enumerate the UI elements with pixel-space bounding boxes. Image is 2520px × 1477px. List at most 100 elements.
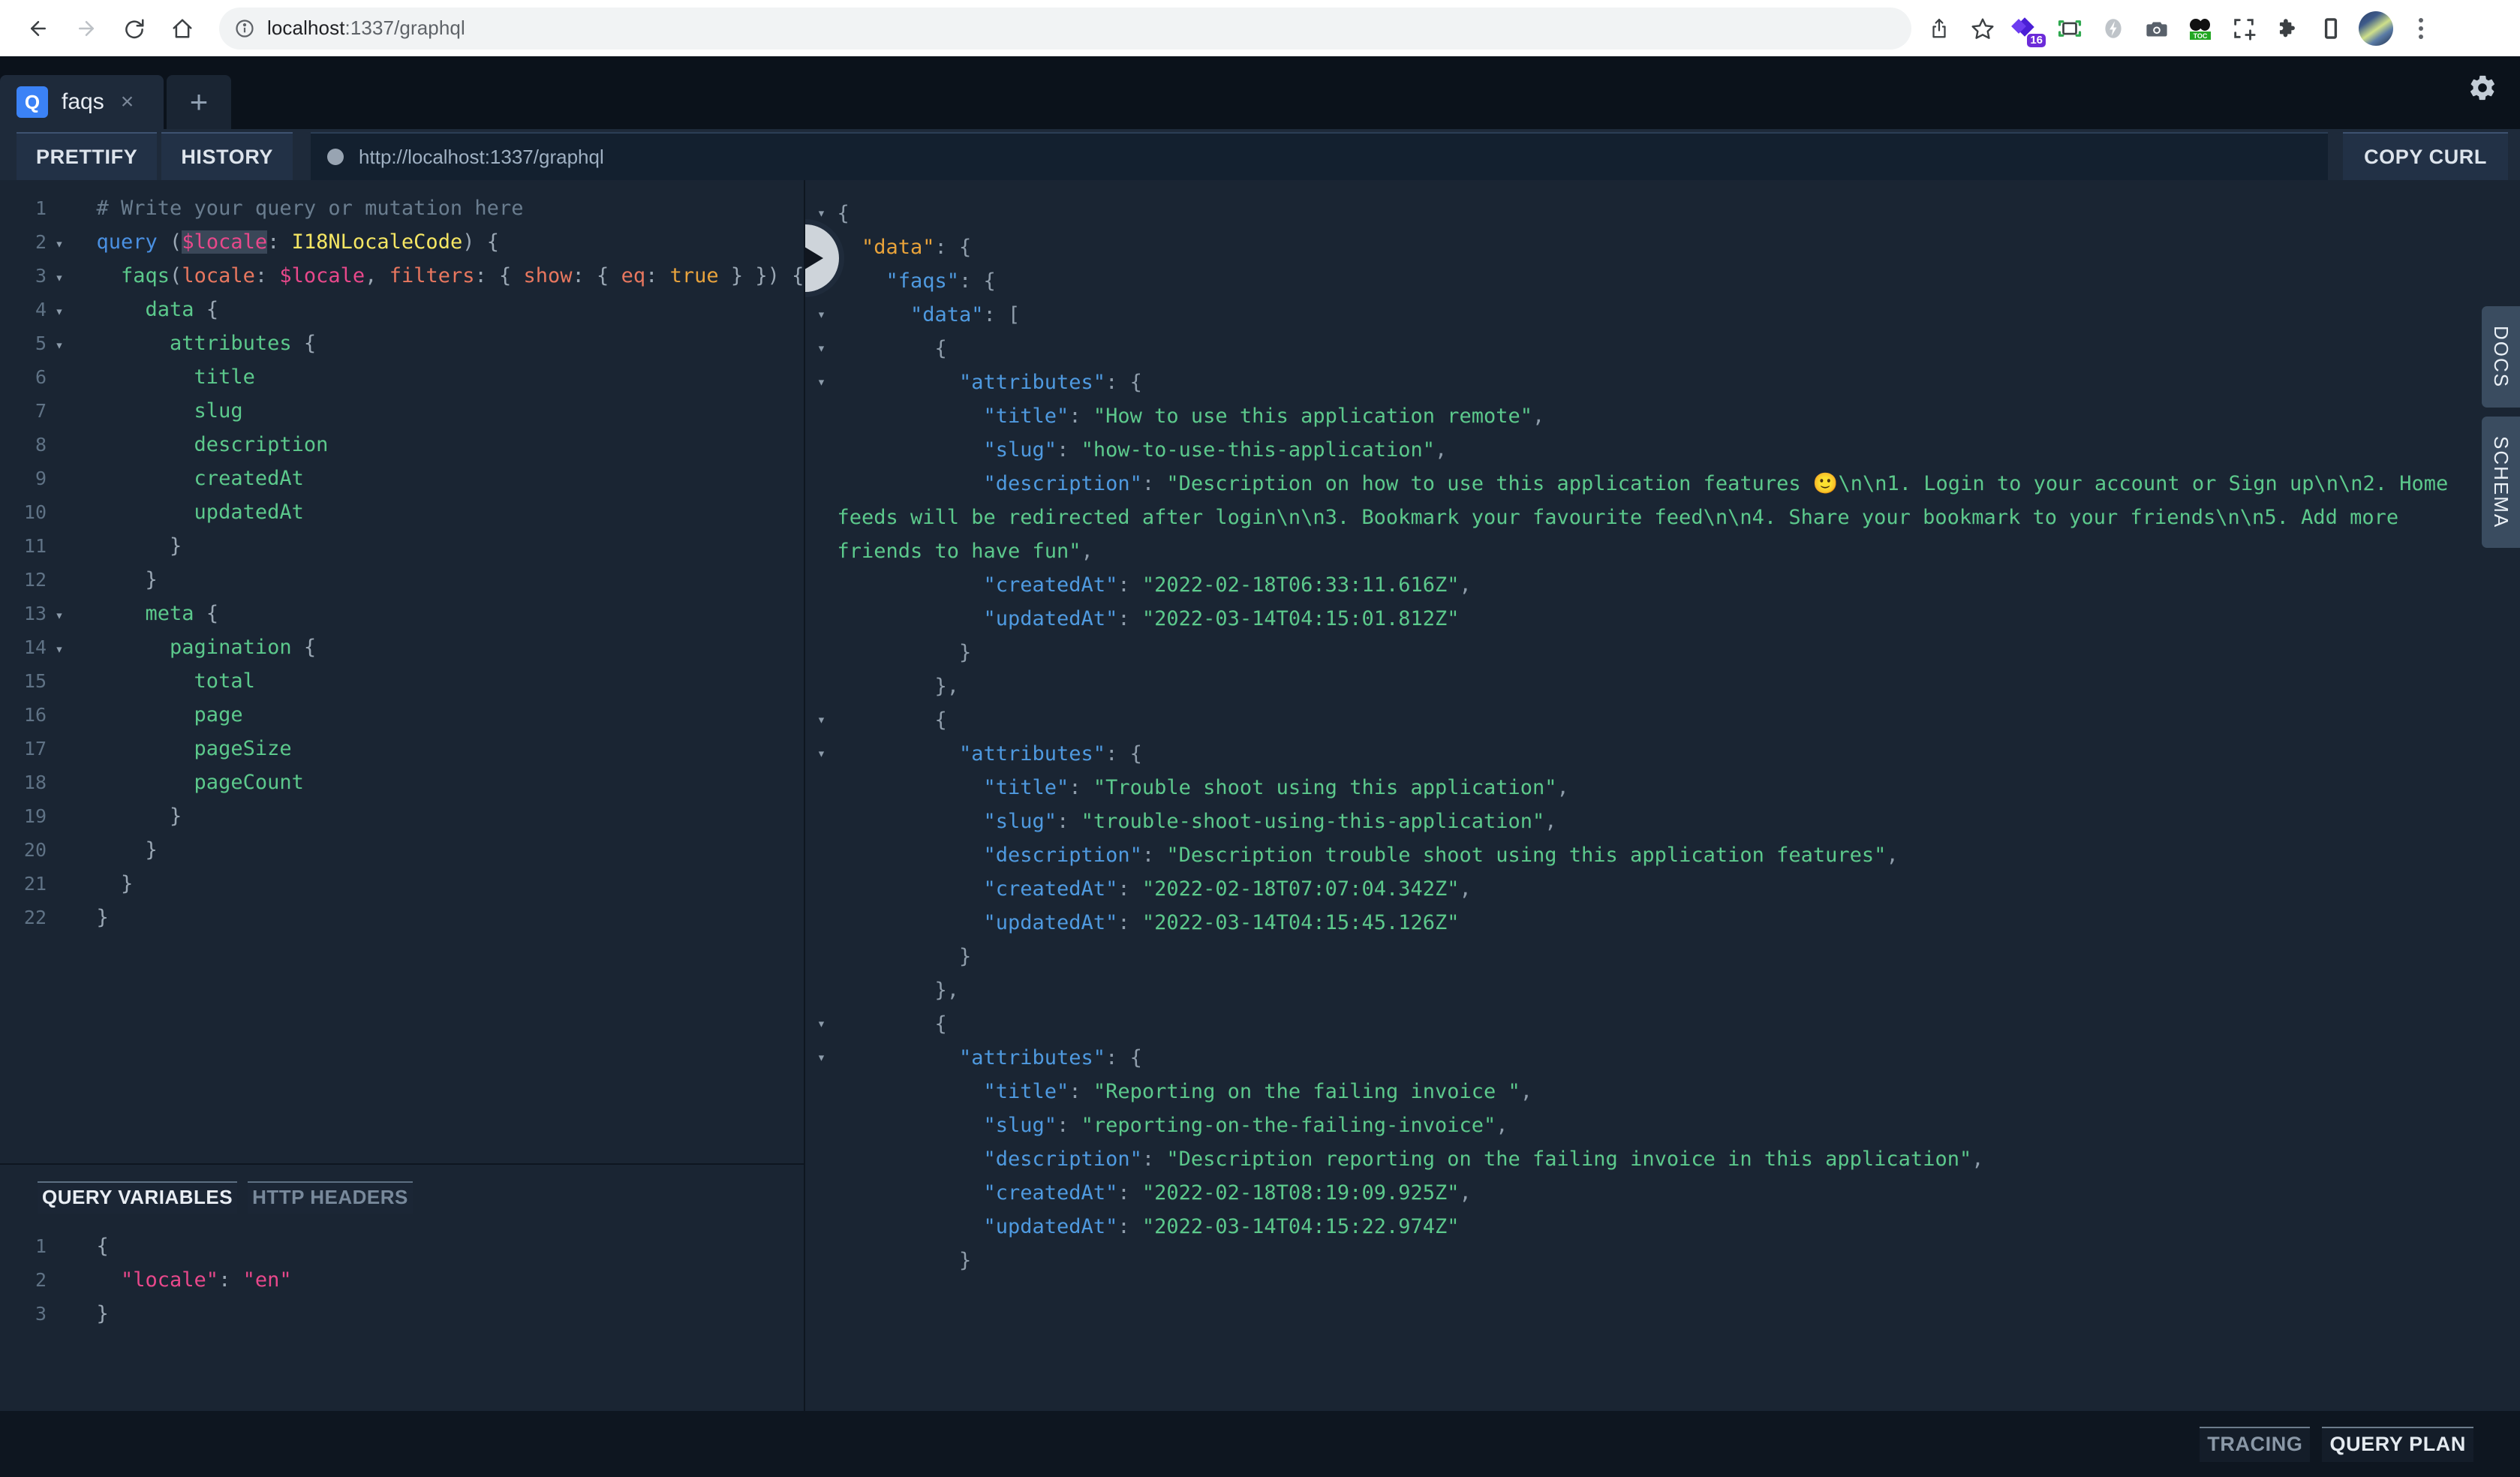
line-number: 22 <box>0 907 47 928</box>
play-icon <box>805 241 823 275</box>
camera-icon[interactable] <box>2137 8 2177 49</box>
json-token: "updatedAt" <box>984 1215 1118 1238</box>
crop-capture-icon[interactable] <box>2224 8 2264 49</box>
query-editor[interactable]: 1 # Write your query or mutation here2▾ … <box>0 180 804 1163</box>
lightning-bolt-icon[interactable] <box>2093 8 2134 49</box>
code-token: description <box>72 433 328 456</box>
json-token: "description" <box>984 472 1142 495</box>
json-token <box>837 1046 959 1069</box>
response-text: "title": "Reporting on the failing invoi… <box>837 1075 2520 1109</box>
line-number: 8 <box>0 434 47 456</box>
fold-toggle-icon[interactable]: ▾ <box>805 737 837 771</box>
side-tab-schema[interactable]: SCHEMA <box>2482 417 2520 548</box>
json-token: : <box>1117 607 1142 630</box>
fold-toggle-icon[interactable]: ▾ <box>805 1041 837 1075</box>
response-text: "updatedAt": "2022-03-14T04:15:01.812Z" <box>837 602 2520 636</box>
variables-editor[interactable]: 1 {2 "locale": "en"3 } <box>0 1214 804 1336</box>
endpoint-field[interactable]: http://localhost:1337/graphql <box>311 132 2328 180</box>
home-icon[interactable] <box>161 7 204 50</box>
response-line: "description": "Description trouble shoo… <box>805 838 2520 872</box>
fold-toggle-icon[interactable]: ▾ <box>47 236 72 252</box>
line-number: 5 <box>0 332 47 354</box>
json-token: "createdAt" <box>984 573 1118 597</box>
copy-curl-button[interactable]: COPY CURL <box>2343 132 2508 180</box>
code-token: faqs <box>72 264 170 287</box>
code-token: } <box>72 534 182 558</box>
browser-toolbar: localhost:1337/graphql 16 TOC <box>0 0 2520 56</box>
site-info-icon[interactable] <box>234 18 255 39</box>
response-viewer[interactable]: ▾{▾ "data": {▾ "faqs": {▾ "data": [▾ {▾ … <box>805 180 2520 1411</box>
avatar[interactable] <box>2359 11 2393 46</box>
side-tabs: DOCS SCHEMA <box>2482 306 2520 548</box>
fold-toggle-icon[interactable]: ▾ <box>47 607 72 624</box>
prettify-button[interactable]: PRETTIFY <box>17 132 157 180</box>
response-text: "updatedAt": "2022-03-14T04:15:45.126Z" <box>837 906 2520 940</box>
address-bar[interactable]: localhost:1337/graphql <box>219 8 1911 50</box>
json-token: "2022-02-18T07:07:04.342Z" <box>1142 877 1460 901</box>
line-number: 11 <box>0 535 47 557</box>
code-line: 14▾ pagination { <box>0 636 804 669</box>
screenshot-frame-icon[interactable] <box>2049 8 2090 49</box>
fold-toggle-icon[interactable]: ▾ <box>805 332 837 365</box>
json-token: "title" <box>984 405 1069 428</box>
history-button[interactable]: HISTORY <box>161 132 293 180</box>
code-line: 15 total <box>0 669 804 703</box>
code-token: { <box>194 602 219 625</box>
extension-diamond-icon[interactable]: 16 <box>2006 8 2046 49</box>
tracing-button[interactable]: TRACING <box>2200 1427 2310 1462</box>
fold-toggle-icon[interactable]: ▾ <box>805 298 837 332</box>
fold-toggle-icon[interactable]: ▾ <box>805 703 837 737</box>
chrome-menu-icon[interactable] <box>2401 8 2441 49</box>
gear-icon[interactable] <box>2467 73 2497 103</box>
json-token: , <box>1557 776 1569 799</box>
tab-query-variables[interactable]: QUERY VARIABLES <box>38 1181 237 1214</box>
fold-toggle-icon[interactable]: ▾ <box>47 269 72 286</box>
code-token: } <box>72 568 158 591</box>
tab-http-headers[interactable]: HTTP HEADERS <box>248 1181 413 1214</box>
browser-actions: 16 TOC <box>1919 8 2441 49</box>
json-token <box>837 1148 983 1171</box>
reload-icon[interactable] <box>113 7 156 50</box>
fold-toggle-icon[interactable]: ▾ <box>805 1007 837 1041</box>
code-text: query ($locale: I18NLocaleCode) { <box>72 230 499 254</box>
json-token: "createdAt" <box>984 1181 1118 1205</box>
line-number: 1 <box>0 197 47 219</box>
graphiql-tab-faqs[interactable]: Q faqs × <box>0 75 164 129</box>
code-token: : <box>645 264 670 287</box>
json-token <box>837 472 983 495</box>
line-number: 2 <box>0 1269 47 1291</box>
json-token: }, <box>837 675 959 698</box>
star-icon[interactable] <box>1962 8 2003 49</box>
puzzle-extensions-icon[interactable] <box>2267 8 2308 49</box>
query-plan-button[interactable]: QUERY PLAN <box>2322 1427 2473 1462</box>
close-icon[interactable]: × <box>121 91 134 113</box>
json-token: : { <box>935 236 972 259</box>
code-line: 1 { <box>0 1235 804 1268</box>
code-line: 19 } <box>0 805 804 838</box>
json-token: : <box>1057 438 1081 462</box>
fold-toggle-icon[interactable]: ▾ <box>47 337 72 353</box>
add-tab-button[interactable]: + <box>167 75 231 129</box>
fold-toggle-icon[interactable]: ▾ <box>47 303 72 320</box>
code-line: 22 } <box>0 906 804 940</box>
toc-recorder-icon[interactable]: TOC <box>2180 8 2221 49</box>
json-token: : <box>1117 877 1142 901</box>
json-token: }, <box>837 979 959 1002</box>
fold-toggle-icon[interactable]: ▾ <box>805 365 837 399</box>
share-icon[interactable] <box>1919 8 1959 49</box>
code-text: meta { <box>72 602 218 625</box>
fold-toggle-icon[interactable]: ▾ <box>47 641 72 657</box>
response-text: "slug": "trouble-shoot-using-this-applic… <box>837 805 2520 838</box>
back-arrow-icon[interactable] <box>17 7 60 50</box>
side-tab-docs[interactable]: DOCS <box>2482 306 2520 408</box>
code-line: 12 } <box>0 568 804 602</box>
json-token <box>837 742 959 766</box>
mobile-view-icon[interactable] <box>2311 8 2351 49</box>
line-number: 15 <box>0 670 47 692</box>
forward-arrow-icon[interactable] <box>65 7 108 50</box>
code-token: pageSize <box>72 737 292 760</box>
response-text: }, <box>837 973 2520 1007</box>
code-line: 21 } <box>0 872 804 906</box>
response-text: "attributes": { <box>837 1041 2520 1075</box>
response-line: "slug": "trouble-shoot-using-this-applic… <box>805 805 2520 838</box>
